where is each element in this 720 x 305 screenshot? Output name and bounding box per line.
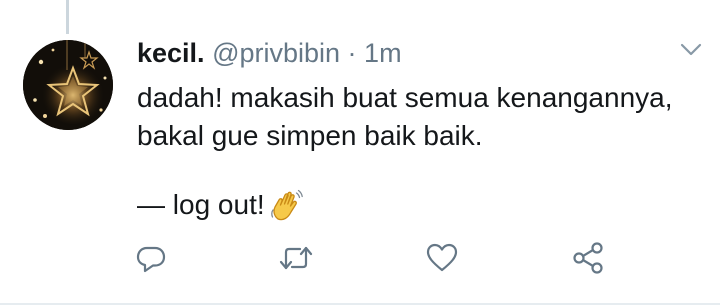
heart-icon[interactable]: [424, 240, 460, 276]
tweet-signoff: — log out!: [137, 186, 303, 224]
tweet-line: dadah! makasih buat semua kenangannya,: [137, 82, 673, 113]
avatar[interactable]: [23, 40, 113, 130]
thread-connector-line: [66, 0, 69, 34]
avatar-image: [23, 40, 113, 130]
display-name[interactable]: kecil.: [137, 38, 205, 68]
share-icon[interactable]: [570, 240, 606, 276]
tweet-line: bakal gue simpen baik baik.: [137, 120, 483, 151]
tweet-text: dadah! makasih buat semua kenangannya, b…: [137, 79, 707, 155]
chevron-down-icon[interactable]: [680, 43, 702, 57]
tweet-actions: [0, 240, 720, 280]
retweet-icon[interactable]: [278, 240, 314, 276]
tweet-header: kecil. @privbibin · 1m: [137, 37, 402, 69]
reply-icon[interactable]: [133, 240, 169, 276]
separator-dot: ·: [340, 38, 365, 68]
waving-hand-icon: [270, 189, 303, 221]
user-handle[interactable]: @privbibin: [212, 38, 340, 68]
signoff-text: — log out!: [137, 189, 265, 220]
timestamp[interactable]: 1m: [364, 38, 402, 68]
